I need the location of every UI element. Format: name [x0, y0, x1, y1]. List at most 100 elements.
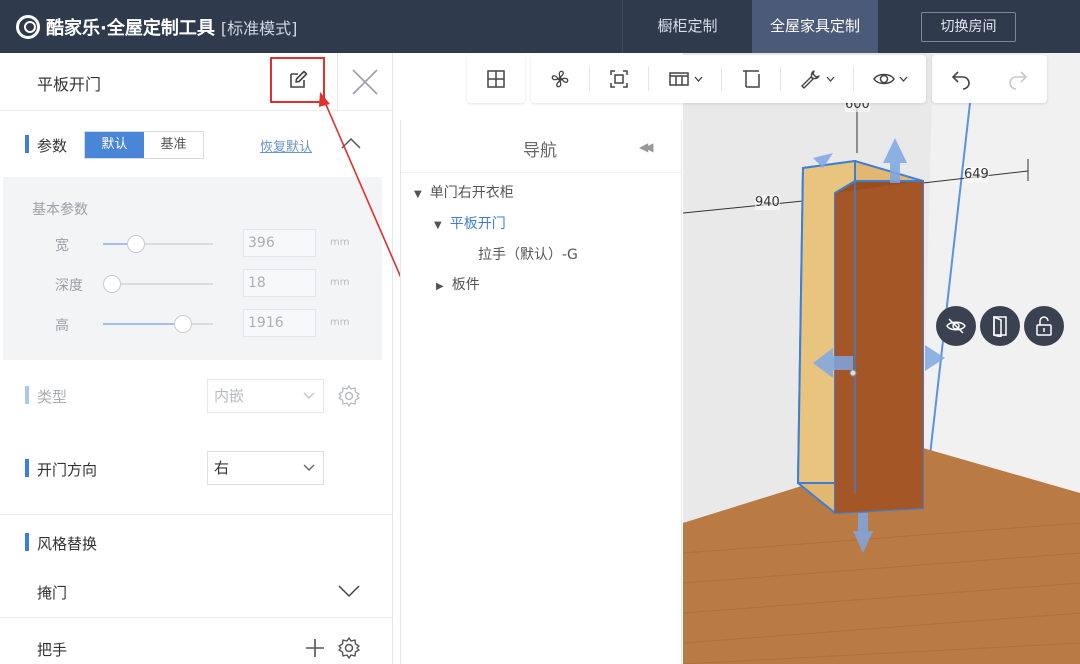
basic-params-title: 基本参数 [32, 202, 88, 218]
panel-button[interactable] [722, 55, 780, 103]
app-logo: 酷家乐·全屋定制工具 [标准模式] [0, 14, 297, 40]
seg-base[interactable]: 基准 [144, 132, 203, 158]
navigation-panel: 导航 ◀◀ ▼ 单门右开衣柜 ▼ 平板开门 拉手（默认）-G ▶ 板件 [400, 120, 682, 664]
tree-label: 单门右开衣柜 [429, 185, 514, 201]
viewport-toolbar [467, 55, 1047, 103]
columns-icon [668, 72, 689, 86]
toolbar-group [932, 55, 1047, 103]
tree-label: 板件 [451, 277, 480, 293]
handle-label: 把手 [37, 641, 68, 659]
dimension-left: 940 [755, 195, 780, 210]
section-bar-type [25, 386, 29, 404]
tree-item-handle[interactable]: 拉手（默认）-G [478, 244, 578, 264]
slider-fill [103, 323, 184, 325]
tree-label: 拉手（默认）-G [478, 247, 578, 263]
3d-viewport[interactable]: 600 940 649 [683, 53, 1080, 664]
gear-icon[interactable] [337, 384, 361, 408]
toolbar-group [467, 55, 525, 103]
param-name: 宽 [55, 238, 69, 254]
redo-icon [1009, 71, 1028, 90]
type-label: 类型 [37, 388, 68, 406]
frame-icon [610, 70, 628, 88]
door-dir-value: 右 [214, 459, 230, 477]
collapse-left-icon[interactable]: ◀◀ [639, 140, 654, 154]
height-slider[interactable] [103, 315, 213, 333]
door-dir-label: 开门方向 [37, 461, 98, 479]
type-select[interactable]: 内嵌 [207, 379, 324, 413]
frame-button[interactable] [590, 55, 648, 103]
expand-right-icon[interactable]: ▶ [436, 281, 444, 292]
width-slider[interactable] [103, 235, 213, 253]
eye-icon [872, 73, 895, 85]
wrench-button[interactable] [781, 55, 853, 103]
grid-button[interactable] [467, 55, 525, 103]
switch-room-button[interactable]: 切换房间 [921, 12, 1016, 42]
width-input[interactable]: 396 [243, 229, 316, 257]
section-bar-params [25, 135, 29, 153]
params-label: 参数 [37, 137, 68, 155]
divider [0, 617, 393, 618]
nav-title: 导航 [523, 141, 557, 161]
height-input[interactable]: 1916 [243, 309, 316, 337]
top-bar: 酷家乐·全屋定制工具 [标准模式] 橱柜定制 全屋家具定制 切换房间 [0, 0, 1080, 53]
app-mode: [标准模式] [220, 18, 298, 38]
nav-header: 导航 ◀◀ [401, 120, 681, 173]
toolbar-group [531, 55, 926, 103]
undo-button[interactable] [932, 55, 990, 103]
tree-item-flat-door[interactable]: ▼ 平板开门 [434, 213, 506, 233]
door-dir-select[interactable]: 右 [207, 451, 324, 485]
chevron-down-icon [826, 76, 834, 82]
style-label: 风格替换 [37, 535, 98, 553]
panel-title: 平板开门 [37, 75, 102, 94]
unlock-icon [1036, 316, 1052, 336]
logo-icon [16, 14, 40, 39]
view-button[interactable] [854, 55, 926, 103]
chevron-down-icon [303, 392, 315, 399]
divider [0, 514, 393, 515]
chevron-down-icon [303, 464, 315, 471]
redo-button[interactable] [990, 55, 1048, 103]
section-bar-style [25, 533, 29, 551]
columns-button[interactable] [649, 55, 721, 103]
type-value: 内嵌 [214, 387, 245, 405]
undo-icon [951, 71, 970, 90]
slider-knob[interactable] [127, 235, 145, 253]
panel-icon [743, 70, 760, 88]
restore-default-link[interactable]: 恢复默认 [260, 136, 312, 155]
depth-slider[interactable] [102, 275, 213, 293]
tree-item-panels[interactable]: ▶ 板件 [436, 274, 480, 294]
dimension-right: 649 [964, 167, 989, 182]
param-name: 深度 [55, 278, 83, 294]
chevron-down-icon[interactable] [337, 583, 361, 599]
fan-icon [551, 70, 569, 88]
app-name: 酷家乐·全屋定制工具 [46, 17, 215, 39]
scene-canvas [683, 53, 1080, 664]
cover-door-label[interactable]: 掩门 [37, 582, 67, 603]
seg-default[interactable]: 默认 [85, 132, 144, 158]
tab-full-house[interactable]: 全屋家具定制 [752, 0, 878, 53]
expand-down-icon[interactable]: ▼ [434, 220, 442, 231]
tree-item-wardrobe[interactable]: ▼ 单门右开衣柜 [414, 182, 514, 202]
param-unit: mm [330, 317, 350, 328]
grid-icon [487, 70, 505, 88]
add-icon[interactable] [304, 637, 326, 659]
door-open-button[interactable] [980, 306, 1020, 346]
edit-icon [289, 70, 307, 88]
tab-cabinet[interactable]: 橱柜定制 [622, 0, 752, 53]
params-mode-switch: 默认 基准 [84, 131, 204, 159]
unlock-button[interactable] [1024, 306, 1064, 346]
slider-knob[interactable] [174, 315, 193, 333]
slider-knob[interactable] [102, 275, 121, 293]
chevron-down-icon [694, 76, 702, 82]
tree-label: 平板开门 [449, 216, 506, 232]
chevron-down-icon [899, 76, 907, 82]
door-icon [993, 315, 1007, 337]
expand-down-icon[interactable]: ▼ [414, 189, 422, 200]
param-name: 高 [55, 318, 69, 334]
fan-button[interactable] [531, 55, 589, 103]
hide-button[interactable] [936, 306, 976, 346]
eye-off-icon [946, 318, 966, 334]
section-bar-door-dir [25, 459, 29, 477]
gear-icon[interactable] [337, 636, 361, 660]
depth-input[interactable]: 18 [243, 269, 316, 297]
